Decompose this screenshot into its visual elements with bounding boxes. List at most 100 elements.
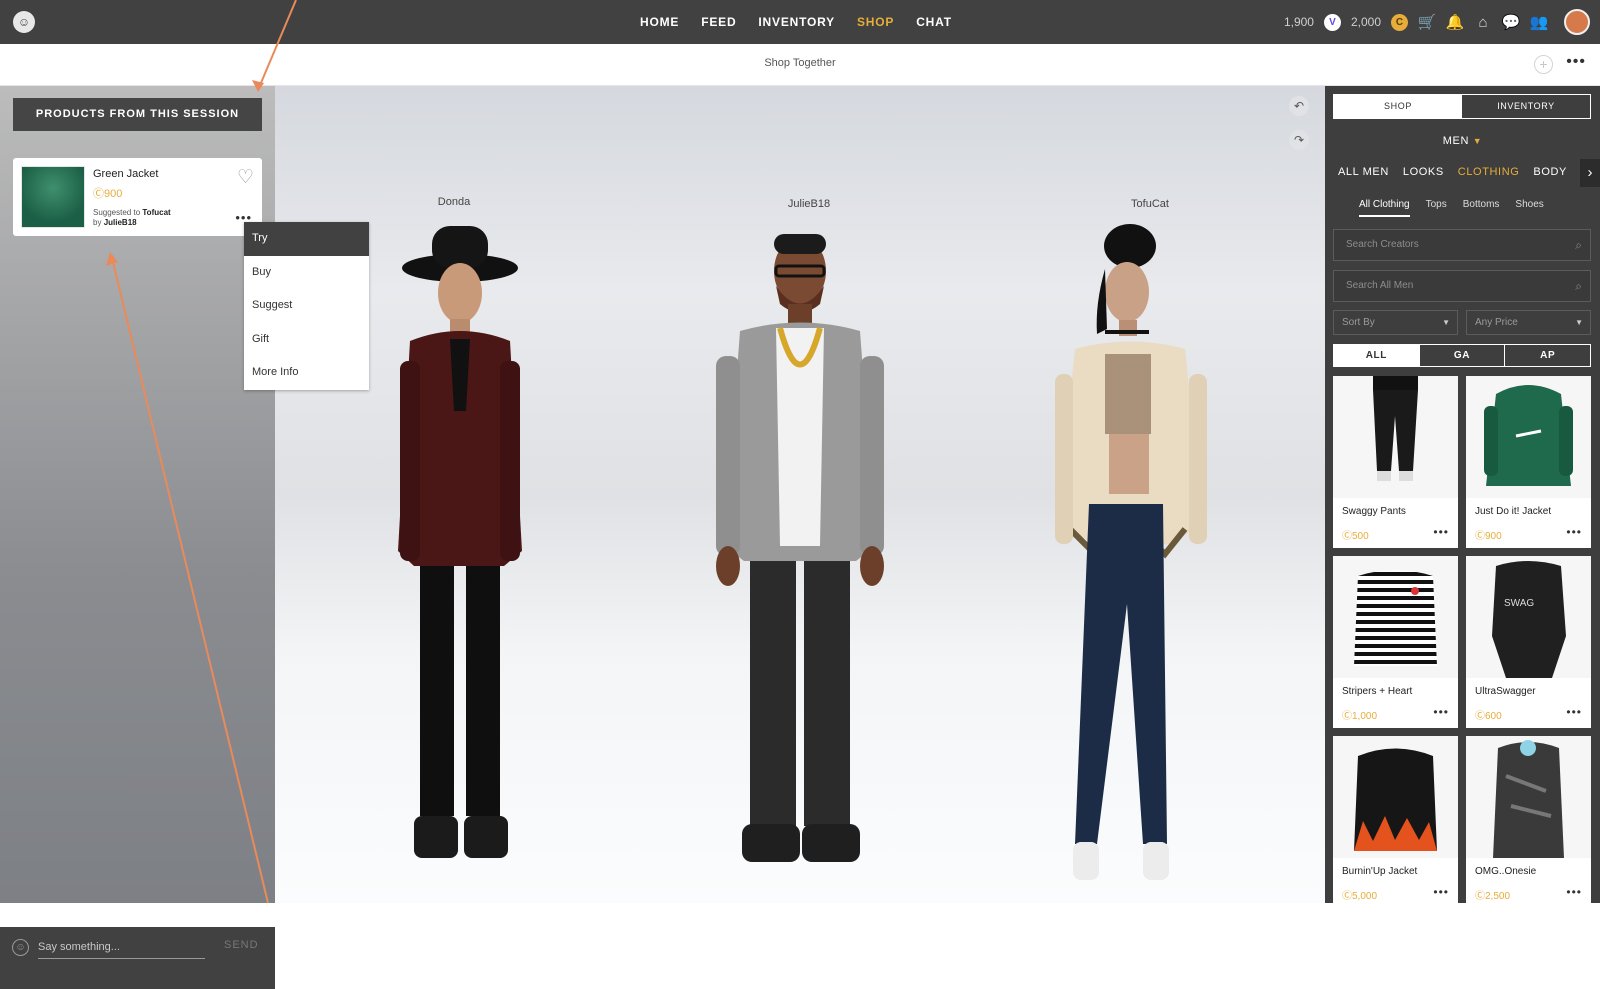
category-clothing[interactable]: CLOTHING [1458,166,1520,178]
product-options-icon[interactable]: ••• [1433,705,1449,719]
category-all-men[interactable]: ALL MEN [1338,166,1389,178]
product-image [1466,736,1591,858]
coin-icon: Ⓒ [93,188,104,200]
product-image [1333,736,1458,858]
more-options-icon[interactable]: ••• [1566,53,1586,71]
search-creators-input[interactable]: Search Creators ⌕ [1333,229,1591,261]
menu-item-suggest[interactable]: Suggest [244,289,369,323]
product-price: Ⓒ500 [1342,527,1369,542]
shop-inventory-toggle: SHOP INVENTORY [1333,94,1591,119]
filter-ga[interactable]: GA [1418,345,1505,366]
emoji-icon[interactable]: ☺ [12,939,29,956]
coin-icon: Ⓒ [1475,531,1485,542]
product-name: Green Jacket [93,168,159,180]
chat-input[interactable]: Say something... [38,937,205,959]
svg-text:SWAG: SWAG [1504,598,1534,609]
cart-icon[interactable]: 🛒 [1418,13,1437,31]
subcategory-tabs: All Clothing Tops Bottoms Shoes [1359,199,1544,217]
menu-item-gift[interactable]: Gift [244,323,369,357]
products-from-session-button[interactable]: PRODUCTS FROM THIS SESSION [13,98,262,131]
chevron-right-icon[interactable]: › [1580,159,1600,187]
category-looks[interactable]: LOOKS [1403,166,1444,178]
redo-icon[interactable]: ↷ [1289,130,1309,150]
tab-shop[interactable]: SHOP [1334,95,1462,118]
product-card[interactable]: SWAG UltraSwagger Ⓒ600 ••• [1466,556,1591,728]
app-logo-icon[interactable]: ☺ [13,11,35,33]
caret-down-icon: ▼ [1472,136,1483,146]
vip-credit-icon: V [1323,13,1341,31]
product-options-icon[interactable]: ••• [1566,525,1582,539]
product-price-value: 2,500 [1485,891,1511,902]
product-price-value: 900 [104,188,123,200]
product-card[interactable]: Swaggy Pants Ⓒ500 ••• [1333,376,1458,548]
avatar-tofucat[interactable] [1035,224,1235,903]
home-icon[interactable]: ⌂ [1474,13,1492,31]
coin-icon: Ⓒ [1475,891,1485,902]
product-price-value: 600 [1485,711,1502,722]
avatar-name-julieb18: JulieB18 [787,198,831,210]
rating-filter: ALL GA AP [1333,344,1591,367]
gender-selector[interactable]: MEN ▼ [1325,135,1600,147]
nav-home[interactable]: HOME [640,15,679,29]
menu-item-try[interactable]: Try [244,222,369,256]
subcategory-tops[interactable]: Tops [1426,199,1447,217]
avatar-julieb18[interactable] [680,226,920,903]
product-name: Swaggy Pants [1342,506,1406,517]
subcategory-shoes[interactable]: Shoes [1515,199,1543,217]
product-options-icon[interactable]: ••• [1566,885,1582,899]
price-dropdown[interactable]: Any Price ▼ [1466,310,1591,335]
product-name: Burnin'Up Jacket [1342,866,1418,877]
subcategory-all-clothing[interactable]: All Clothing [1359,199,1410,217]
undo-icon[interactable]: ↶ [1289,96,1309,116]
nav-chat[interactable]: CHAT [916,15,952,29]
product-price: Ⓒ5,000 [1342,887,1377,902]
product-price: Ⓒ600 [1475,707,1502,722]
by-prefix: by [93,218,102,227]
tab-inventory[interactable]: INVENTORY [1462,95,1590,118]
subcategory-bottoms[interactable]: Bottoms [1463,199,1500,217]
dropdown-arrow-icon: ▼ [1442,318,1450,327]
search-creators-placeholder: Search Creators [1346,239,1419,250]
top-bar: ☺ HOME FEED INVENTORY SHOP CHAT 1,900 V … [0,0,1600,44]
user-avatar[interactable] [1564,9,1590,35]
product-price-value: 900 [1485,531,1502,542]
coin-icon: Ⓒ [1342,891,1352,902]
nav-inventory[interactable]: INVENTORY [758,15,835,29]
product-image [1333,556,1458,678]
product-image [1333,376,1458,498]
nav-shop[interactable]: SHOP [857,15,894,29]
menu-item-buy[interactable]: Buy [244,256,369,290]
product-card[interactable]: OMG..Onesie Ⓒ2,500 ••• [1466,736,1591,903]
product-name: UltraSwagger [1475,686,1536,697]
coin-icon: Ⓒ [1342,711,1352,722]
filter-ap[interactable]: AP [1504,345,1590,366]
favorite-heart-icon[interactable]: ♡ [237,166,254,189]
product-card[interactable]: Stripers + Heart Ⓒ1,000 ••• [1333,556,1458,728]
category-body[interactable]: BODY [1533,166,1567,178]
friends-icon[interactable]: 👥 [1530,13,1549,31]
gender-label: MEN [1442,135,1470,147]
product-card[interactable]: Burnin'Up Jacket Ⓒ5,000 ••• [1333,736,1458,903]
product-grid: Swaggy Pants Ⓒ500 ••• Just Do it! Jacket… [1333,376,1591,903]
product-price: Ⓒ900 [1475,527,1502,542]
product-options-icon[interactable]: ••• [1566,705,1582,719]
product-options-icon[interactable]: ••• [1433,885,1449,899]
session-product-card[interactable]: Green Jacket Ⓒ900 Suggested to Tofucat b… [13,158,262,236]
chat-input-bar: ☺ Say something... SEND [0,927,275,989]
add-participant-icon[interactable]: + [1534,55,1553,74]
chat-bubble-icon[interactable]: 💬 [1502,13,1521,31]
sort-dropdown[interactable]: Sort By ▼ [1333,310,1458,335]
nav-feed[interactable]: FEED [701,15,736,29]
product-context-menu: Try Buy Suggest Gift More Info [244,222,369,390]
filter-all[interactable]: ALL [1334,345,1419,366]
menu-item-more-info[interactable]: More Info [244,356,369,390]
product-card[interactable]: Just Do it! Jacket Ⓒ900 ••• [1466,376,1591,548]
product-options-icon[interactable]: ••• [1433,525,1449,539]
send-button[interactable]: SEND [224,939,259,951]
search-all-input[interactable]: Search All Men ⌕ [1333,270,1591,302]
suggestion-info: Suggested to Tofucat by JulieB18 [93,208,171,228]
notification-bell-icon[interactable]: 🔔 [1446,13,1465,31]
vip-credits-value: 1,900 [1283,15,1314,29]
search-all-placeholder: Search All Men [1346,280,1414,291]
avatar-donda[interactable] [370,221,550,903]
